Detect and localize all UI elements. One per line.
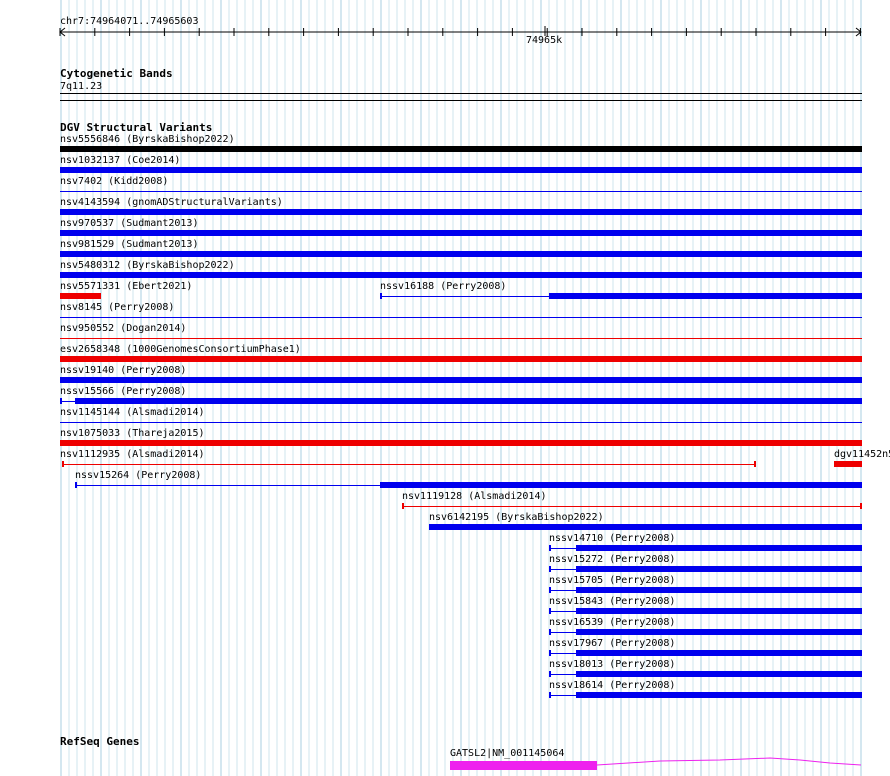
- genome-browser-view: chr7:74964071..74965603 74965k Cytogenet…: [0, 0, 890, 776]
- gene-intron-line[interactable]: [0, 0, 890, 776]
